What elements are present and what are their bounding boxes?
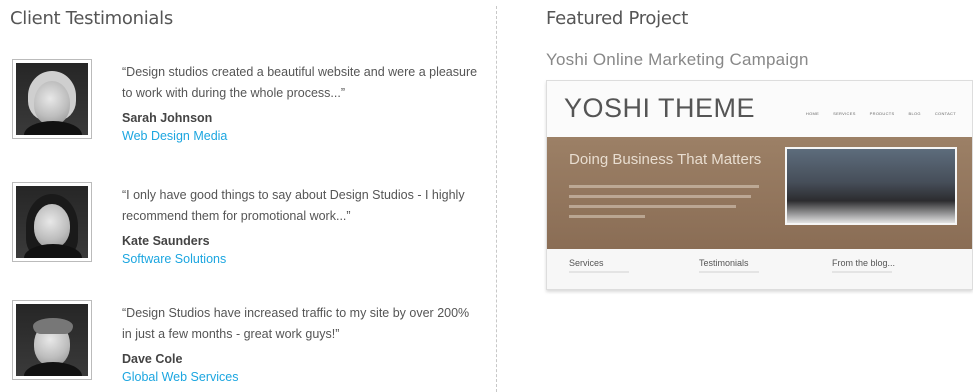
mockup-nav-item: SERVICES — [833, 111, 856, 116]
mockup-footer-column: From the blog... — [832, 258, 896, 268]
testimonial-quote: “I only have good things to say about De… — [122, 188, 465, 223]
testimonial-author: Dave Cole — [122, 352, 183, 366]
column-divider — [496, 6, 497, 392]
avatar — [12, 182, 92, 262]
testimonial-company-link[interactable]: Software Solutions — [122, 252, 226, 266]
testimonial-company-link[interactable]: Global Web Services — [122, 370, 239, 384]
avatar — [12, 300, 92, 380]
mockup-nav-item: PRODUCTS — [869, 111, 895, 116]
testimonial-quote: “Design Studios have increased traffic t… — [122, 306, 470, 341]
testimonial-author: Sarah Johnson — [122, 111, 213, 125]
mockup-hero-photo — [785, 147, 957, 225]
mockup-hero-title: Doing Business That Matters — [569, 151, 762, 168]
mockup-nav: HOME SERVICES PRODUCTS BLOG CONTACT — [806, 111, 956, 116]
testimonial-author: Kate Saunders — [122, 234, 210, 248]
featured-project-section: Featured Project Yoshi Online Marketing … — [520, 0, 973, 392]
mockup-nav-item: CONTACT — [934, 111, 956, 116]
mockup-logo: YOSHI THEME — [564, 93, 756, 123]
featured-title: Featured Project — [546, 8, 688, 29]
mockup-footer: Services Testimonials From the blog... — [547, 249, 972, 289]
mockup-footer-column: Testimonials — [699, 258, 749, 268]
mockup-footer-column: Services — [569, 258, 604, 268]
testimonial-company-link[interactable]: Web Design Media — [122, 129, 227, 143]
mockup-hero: Doing Business That Matters — [547, 137, 972, 249]
testimonial-item: “Design studios created a beautiful webs… — [12, 59, 482, 149]
project-screenshot[interactable]: YOSHI THEME HOME SERVICES PRODUCTS BLOG … — [546, 80, 973, 290]
testimonial-item: “I only have good things to say about De… — [12, 182, 482, 272]
avatar — [12, 59, 92, 139]
testimonials-title: Client Testimonials — [10, 8, 173, 29]
mockup-nav-item: HOME — [805, 111, 820, 116]
mockup-hero-text — [569, 185, 759, 225]
testimonial-quote: “Design studios created a beautiful webs… — [122, 65, 478, 100]
mockup-header: YOSHI THEME HOME SERVICES PRODUCTS BLOG … — [547, 81, 972, 137]
testimonials-section: Client Testimonials “Design studios crea… — [0, 0, 495, 392]
mockup-nav-item: BLOG — [908, 111, 921, 116]
testimonial-item: “Design Studios have increased traffic t… — [12, 300, 482, 390]
project-name: Yoshi Online Marketing Campaign — [546, 50, 809, 69]
